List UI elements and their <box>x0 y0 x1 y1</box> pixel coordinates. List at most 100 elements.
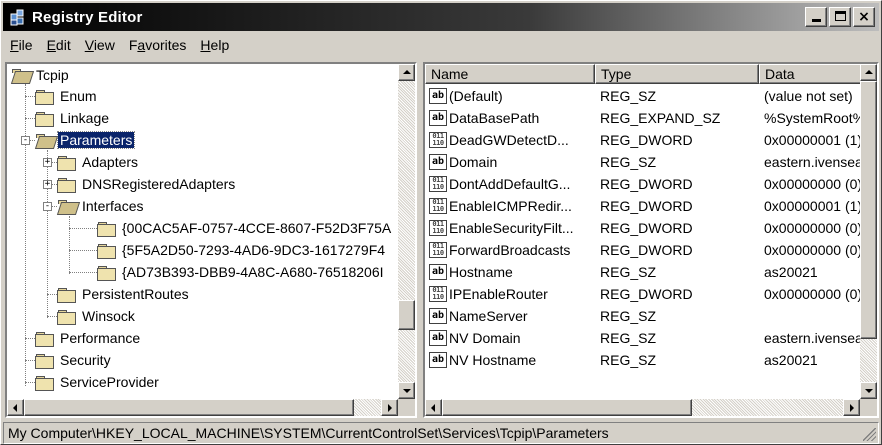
scroll-thumb[interactable] <box>860 81 877 339</box>
expand-dnsregisteredadapters-icon[interactable]: + <box>43 180 52 189</box>
menu-view[interactable]: View <box>78 37 122 53</box>
close-button[interactable]: × <box>853 7 875 27</box>
column-header-name[interactable]: Name <box>425 64 595 84</box>
folder-open-icon <box>11 68 30 83</box>
tree-item-serviceprovider[interactable]: ServiceProvider <box>35 371 161 393</box>
expand-adapters-icon[interactable]: + <box>43 158 52 167</box>
title-bar[interactable]: Registry Editor × <box>3 3 879 31</box>
tree-vertical-scrollbar[interactable] <box>398 64 415 399</box>
scroll-right-button[interactable] <box>843 399 860 416</box>
values-list-pane[interactable]: Name Type Data ab (Default) REG_SZ (value n… <box>423 62 879 418</box>
collapse-parameters-icon[interactable]: - <box>21 136 30 145</box>
tree-item-interface-guid[interactable]: {00CAC5AF-0757-4CCE-8607-F52D3F75A <box>97 217 393 239</box>
value-row[interactable]: ab Hostname REG_SZ as20021 <box>425 261 860 283</box>
tree-connector <box>47 150 48 318</box>
resize-grip-icon[interactable] <box>863 428 876 441</box>
value-name: DeadGWDetectD... <box>449 132 569 148</box>
scroll-down-button[interactable] <box>398 382 415 399</box>
menu-edit[interactable]: Edit <box>40 37 78 53</box>
scroll-up-button[interactable] <box>398 64 415 81</box>
tree-connector <box>25 360 35 361</box>
close-icon: × <box>858 9 870 25</box>
scroll-down-button[interactable] <box>860 382 877 399</box>
tree-horizontal-scrollbar[interactable] <box>7 399 398 416</box>
value-data-cell: as20021 <box>764 352 818 368</box>
tree-item-tcpip[interactable]: Tcpip <box>11 64 71 86</box>
folder-icon <box>57 309 76 325</box>
tree-connector <box>25 338 35 339</box>
scroll-thumb[interactable] <box>442 399 692 416</box>
status-path: My Computer\HKEY_LOCAL_MACHINE\SYSTEM\Cu… <box>8 425 609 441</box>
folder-icon <box>97 265 116 281</box>
string-value-icon: ab <box>429 330 447 346</box>
list-vertical-scrollbar[interactable] <box>860 64 877 399</box>
tree-connector <box>47 294 57 295</box>
value-row[interactable]: 011 110 DontAddDefaultG... REG_DWORD 0x00000… <box>425 173 860 195</box>
tree-connector <box>69 228 97 229</box>
tree-item-parameters[interactable]: Parameters <box>35 129 136 151</box>
binary-value-icon: 011 110 <box>429 242 447 258</box>
scroll-right-button[interactable] <box>381 399 398 416</box>
menu-file[interactable]: File <box>3 37 40 53</box>
value-row[interactable]: ab NV Hostname REG_SZ as20021 <box>425 349 860 371</box>
tree-item-linkage[interactable]: Linkage <box>35 107 111 129</box>
maximize-button[interactable] <box>829 7 851 27</box>
tree-item-interfaces[interactable]: Interfaces <box>57 195 145 217</box>
binary-value-icon: 011 110 <box>429 220 447 236</box>
tree-item-interface-guid[interactable]: {AD73B393-DBB9-4A8C-A680-76518206I <box>97 261 386 283</box>
value-type-cell: REG_DWORD <box>600 220 693 236</box>
binary-digits: 110 <box>432 293 444 301</box>
value-row[interactable]: 011 110 EnableICMPRedir... REG_DWORD 0x00000… <box>425 195 860 217</box>
tree-item-winsock[interactable]: Winsock <box>57 305 137 327</box>
down-arrow-icon <box>403 389 411 393</box>
scroll-thumb[interactable] <box>398 300 415 330</box>
list-horizontal-scrollbar[interactable] <box>425 399 860 416</box>
menu-help[interactable]: Help <box>193 37 236 53</box>
tree-connector <box>47 316 57 317</box>
value-row[interactable]: ab (Default) REG_SZ (value not set) <box>425 85 860 107</box>
minimize-button[interactable] <box>805 7 827 27</box>
value-data-cell: 0x00000000 (0) <box>764 242 860 258</box>
menu-favorites[interactable]: Favorites <box>122 37 194 53</box>
value-row[interactable]: ab NV Domain REG_SZ eastern.ivensea <box>425 327 860 349</box>
menu-bar: File Edit View Favorites Help <box>3 34 879 56</box>
value-row[interactable]: ab Domain REG_SZ eastern.ivensea <box>425 151 860 173</box>
folder-icon <box>35 331 54 347</box>
collapse-interfaces-icon[interactable]: - <box>43 202 52 211</box>
value-row[interactable]: 011 110 ForwardBroadcasts REG_DWORD 0x000000… <box>425 239 860 261</box>
column-header-data[interactable]: Data <box>759 64 860 84</box>
scroll-up-button[interactable] <box>860 64 877 81</box>
registry-editor-app-icon[interactable] <box>9 8 27 26</box>
tree-item-dnsregisteredadapters[interactable]: DNSRegisteredAdapters <box>57 173 237 195</box>
value-row[interactable]: ab NameServer REG_SZ <box>425 305 860 327</box>
tree-item-persistentroutes[interactable]: PersistentRoutes <box>57 283 191 305</box>
value-row[interactable]: ab DataBasePath REG_EXPAND_SZ %SystemRoot%\ <box>425 107 860 129</box>
value-type-cell: REG_SZ <box>600 352 657 368</box>
binary-digits: 110 <box>432 183 444 191</box>
value-name-cell: ab NV Domain <box>425 330 595 346</box>
value-row[interactable]: 011 110 EnableSecurityFilt... REG_DWORD 0x00… <box>425 217 860 239</box>
tree-item-performance[interactable]: Performance <box>35 327 142 349</box>
tree-connector <box>25 84 26 386</box>
tree-item-adapters[interactable]: Adapters <box>57 151 140 173</box>
value-type-cell: REG_DWORD <box>600 132 693 148</box>
scroll-left-button[interactable] <box>7 399 24 416</box>
column-header-type[interactable]: Type <box>595 64 759 84</box>
key-tree-pane[interactable]: - + + - Tcpip Enum Linkage Parameters Ad… <box>5 62 417 418</box>
folder-icon <box>97 243 116 259</box>
up-arrow-icon <box>865 70 873 74</box>
value-row[interactable]: 011 110 DeadGWDetectD... REG_DWORD 0x0000000… <box>425 129 860 151</box>
value-type-cell: REG_DWORD <box>600 198 693 214</box>
value-row[interactable]: 011 110 IPEnableRouter REG_DWORD 0x00000000 … <box>425 283 860 305</box>
value-type-cell: REG_SZ <box>600 154 657 170</box>
status-bar: My Computer\HKEY_LOCAL_MACHINE\SYSTEM\Cu… <box>3 422 879 444</box>
scroll-thumb[interactable] <box>24 399 354 416</box>
tree-item-interface-guid[interactable]: {5F5A2D50-7293-4AD6-9DC3-1617279F4 <box>97 239 387 261</box>
scroll-left-button[interactable] <box>425 399 442 416</box>
value-name-cell: ab Hostname <box>425 264 595 280</box>
value-name: Domain <box>449 154 498 170</box>
left-arrow-icon <box>431 404 435 412</box>
value-name: DontAddDefaultG... <box>449 176 571 192</box>
tree-item-enum[interactable]: Enum <box>35 85 99 107</box>
tree-item-security[interactable]: Security <box>35 349 113 371</box>
